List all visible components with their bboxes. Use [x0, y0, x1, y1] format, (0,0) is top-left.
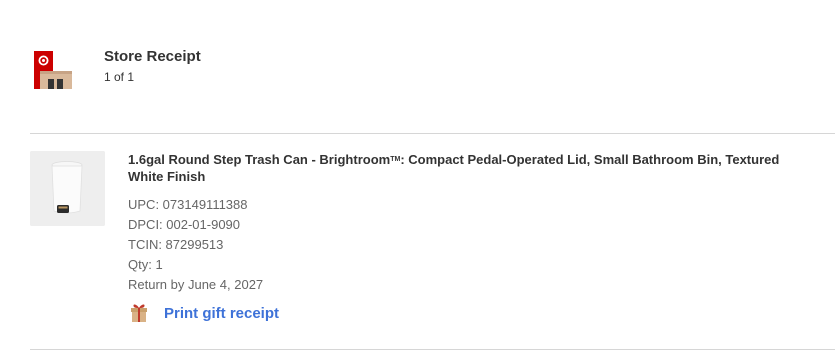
- product-title[interactable]: 1.6gal Round Step Trash Can - Brightroom…: [128, 151, 818, 185]
- receipt-header: Store Receipt 1 of 1: [0, 0, 835, 134]
- print-gift-receipt-label: Print gift receipt: [164, 304, 280, 322]
- product-qty: Qty: 1: [128, 257, 163, 272]
- product-dpci: DPCI: 002-01-9090: [128, 217, 241, 232]
- product-upc: UPC: 073149111388: [128, 197, 248, 212]
- receipt-title: Store Receipt: [104, 48, 201, 65]
- receipt-count: 1 of 1: [104, 70, 135, 84]
- return-by-date: Return by June 4, 2027: [128, 277, 264, 292]
- divider: [30, 133, 835, 134]
- product-tcin: TCIN: 87299513: [128, 237, 224, 252]
- gift-icon: [128, 302, 150, 324]
- trademark-symbol: TM: [390, 156, 401, 163]
- target-store-icon: [34, 51, 72, 89]
- divider: [30, 349, 835, 350]
- trash-can-product-image: [30, 151, 105, 226]
- product-title-main: 1.6gal Round Step Trash Can - Brightroom: [128, 152, 391, 167]
- product-thumbnail[interactable]: [30, 151, 105, 226]
- product-details: 1.6gal Round Step Trash Can - Brightroom…: [128, 151, 818, 295]
- print-gift-receipt-button[interactable]: Print gift receipt: [128, 302, 279, 324]
- receipt-page: Store Receipt 1 of 1 1.6gal Round Step T…: [0, 0, 835, 353]
